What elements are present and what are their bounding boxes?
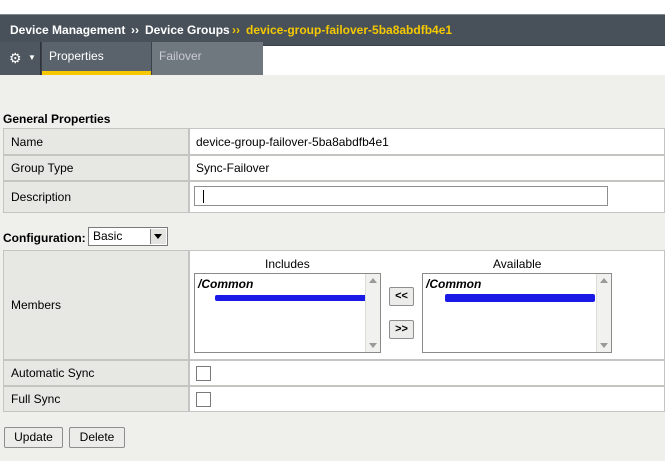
includes-label: Includes [265,257,310,271]
members-label: Members [3,250,189,360]
available-listbox[interactable]: /Common [422,273,612,353]
group-type-value: Sync-Failover [189,155,665,181]
tab-properties[interactable]: Properties [42,42,151,75]
scroll-up-icon[interactable] [369,278,377,283]
breadcrumb-current-group: device-group-failover-5ba8abdfb4e1 [246,23,453,37]
dropdown-arrow-icon[interactable] [150,229,166,244]
redacted-member-item[interactable] [445,294,595,302]
full-sync-cell [189,386,665,412]
includes-listbox[interactable]: /Common [194,273,381,353]
name-label: Name [3,128,189,155]
configuration-select[interactable]: Basic [88,227,168,246]
scroll-down-icon[interactable] [600,343,608,348]
description-input[interactable] [194,186,608,206]
breadcrumb-device-management[interactable]: Device Management [10,23,125,37]
move-to-available-button[interactable]: >> [389,320,414,339]
gear-icon: ⚙ [9,50,22,66]
configuration-label: Configuration: [3,231,86,245]
breadcrumb-separator: ›› [131,23,139,37]
configuration-selected-value: Basic [93,229,123,243]
tab-failover-label: Failover [159,49,202,63]
available-label: Available [493,257,542,271]
scroll-up-icon[interactable] [600,278,608,283]
automatic-sync-checkbox[interactable] [196,365,211,381]
section-title-general-properties: General Properties [3,112,111,126]
delete-button[interactable]: Delete [69,427,125,448]
scrollbar[interactable] [365,274,380,352]
scrollbar[interactable] [596,274,611,352]
text-caret [203,190,204,203]
description-label: Description [3,181,189,213]
tab-failover[interactable]: Failover [152,42,263,75]
name-value: device-group-failover-5ba8abdfb4e1 [189,128,665,155]
available-partition-header: /Common [426,277,482,291]
includes-partition-header: /Common [198,277,254,291]
move-to-includes-button[interactable]: << [389,287,414,306]
chevron-down-icon: ▼ [28,53,36,62]
full-sync-label: Full Sync [3,386,189,412]
redacted-member-item[interactable] [215,295,367,301]
breadcrumb-separator: ›› [232,23,240,37]
automatic-sync-label: Automatic Sync [3,360,189,386]
update-button[interactable]: Update [4,427,63,448]
automatic-sync-cell [189,360,665,386]
full-sync-checkbox[interactable] [196,391,211,407]
settings-menu-button[interactable]: ⚙ ▼ [0,42,41,75]
group-type-label: Group Type [3,155,189,181]
scroll-down-icon[interactable] [369,343,377,348]
tab-properties-label: Properties [49,49,104,63]
breadcrumb-device-groups[interactable]: Device Groups [145,23,230,37]
